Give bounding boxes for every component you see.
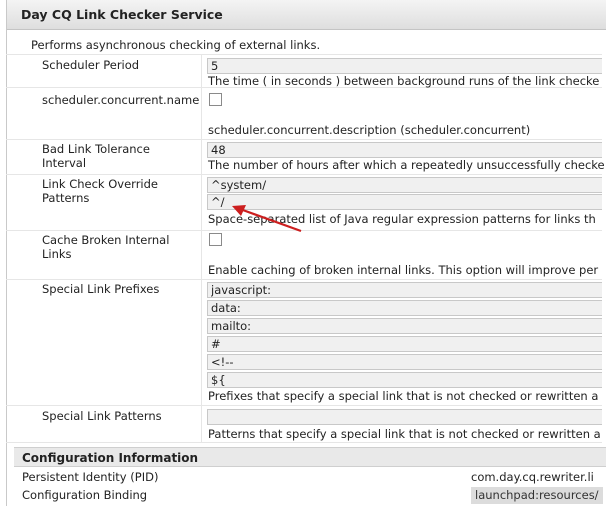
row-divider bbox=[6, 139, 602, 140]
override-patterns-label: Link Check Override Patterns bbox=[42, 177, 158, 205]
row-divider bbox=[6, 442, 602, 443]
scheduler-period-hint: The time ( in seconds ) between backgrou… bbox=[208, 74, 600, 88]
special-prefixes-label: Special Link Prefixes bbox=[42, 282, 160, 296]
bad-link-tolerance-label: Bad Link Tolerance Interval bbox=[42, 142, 150, 170]
special-prefix-input[interactable] bbox=[207, 300, 602, 316]
scheduler-concurrent-hint: scheduler.concurrent.description (schedu… bbox=[208, 123, 531, 137]
scheduler-concurrent-label: scheduler.concurrent.name bbox=[42, 93, 200, 107]
row-divider bbox=[6, 54, 602, 55]
column-divider bbox=[201, 54, 202, 442]
pid-label: Persistent Identity (PID) bbox=[22, 470, 159, 484]
config-info-header: Configuration Information bbox=[14, 447, 606, 467]
cache-broken-checkbox[interactable] bbox=[209, 233, 222, 246]
special-patterns-input[interactable] bbox=[207, 409, 602, 425]
special-patterns-hint: Patterns that specify a special link tha… bbox=[208, 427, 601, 441]
cache-broken-hint: Enable caching of broken internal links.… bbox=[208, 263, 599, 277]
binding-value[interactable]: launchpad:resources/ bbox=[471, 487, 603, 504]
override-pattern-input[interactable] bbox=[207, 194, 602, 210]
row-divider bbox=[6, 405, 602, 406]
cache-broken-label: Cache Broken Internal Links bbox=[42, 233, 170, 261]
binding-label: Configuration Binding bbox=[22, 488, 148, 502]
pid-value: com.day.cq.rewriter.li bbox=[471, 470, 594, 484]
scheduler-period-label: Scheduler Period bbox=[42, 58, 140, 72]
scheduler-period-input[interactable] bbox=[207, 58, 602, 74]
override-pattern-input[interactable] bbox=[207, 177, 602, 193]
config-info-title: Configuration Information bbox=[22, 451, 199, 465]
special-prefix-input[interactable] bbox=[207, 372, 602, 388]
special-patterns-label: Special Link Patterns bbox=[42, 409, 162, 423]
dialog-header: Day CQ Link Checker Service bbox=[7, 0, 606, 30]
row-divider bbox=[6, 230, 602, 231]
bad-link-tolerance-hint: The number of hours after which a repeat… bbox=[208, 158, 605, 172]
row-divider bbox=[6, 279, 602, 280]
dialog-title: Day CQ Link Checker Service bbox=[21, 7, 223, 22]
bad-link-tolerance-input[interactable] bbox=[207, 142, 602, 158]
special-prefix-input[interactable] bbox=[207, 318, 602, 334]
special-prefix-input[interactable] bbox=[207, 336, 602, 352]
service-description: Performs asynchronous checking of extern… bbox=[31, 38, 321, 52]
scheduler-concurrent-checkbox[interactable] bbox=[209, 93, 222, 106]
special-prefix-input[interactable] bbox=[207, 282, 602, 298]
row-divider bbox=[6, 174, 602, 175]
special-prefixes-hint: Prefixes that specify a special link tha… bbox=[208, 389, 599, 403]
override-patterns-hint: Space-separated list of Java regular exp… bbox=[208, 212, 596, 226]
special-prefix-input[interactable] bbox=[207, 354, 602, 370]
